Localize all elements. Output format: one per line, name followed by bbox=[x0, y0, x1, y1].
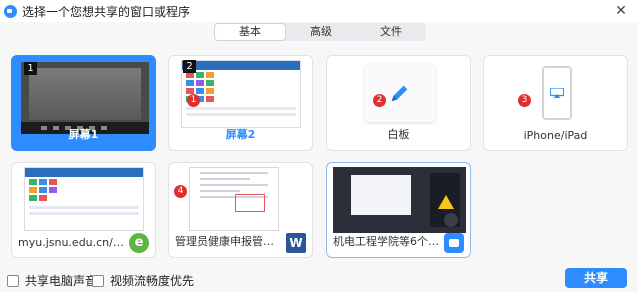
screen-1-thumbnail bbox=[21, 62, 149, 134]
browser-app-icon: e bbox=[129, 233, 149, 253]
marker-badge: 2 bbox=[373, 94, 386, 107]
screen-number-tag: 1 bbox=[24, 62, 37, 75]
card-word-document[interactable]: 4 W 管理员健康申报管理应用“疫情防... bbox=[168, 162, 313, 258]
screen-2-thumbnail bbox=[181, 60, 301, 128]
title-bar: 选择一个您想共享的窗口或程序 ✕ bbox=[0, 0, 638, 22]
card-label: 机电工程学院等6个会话 bbox=[333, 235, 440, 248]
checkbox-label: 共享电脑声音 bbox=[25, 274, 98, 288]
share-tabs: 基本 高级 文件 bbox=[214, 23, 426, 41]
marker-badge: 3 bbox=[518, 94, 531, 107]
card-browser-window[interactable]: e myu.jsnu.edu.cn/index.portal - 3... bbox=[11, 162, 156, 258]
share-audio-checkbox[interactable]: 共享电脑声音 bbox=[7, 272, 97, 289]
card-whiteboard[interactable]: 2 白板 bbox=[326, 55, 471, 151]
pen-icon bbox=[391, 85, 408, 102]
avatar bbox=[444, 213, 458, 227]
card-label: 白板 bbox=[387, 128, 410, 141]
checkbox-box[interactable] bbox=[92, 274, 104, 287]
card-label: myu.jsnu.edu.cn/index.portal - 3... bbox=[18, 236, 125, 249]
card-screen-2[interactable]: 2 1 屏幕2 bbox=[168, 55, 313, 151]
checkbox-box[interactable] bbox=[7, 274, 19, 287]
window-title: 选择一个您想共享的窗口或程序 bbox=[22, 4, 191, 19]
word-app-icon: W bbox=[286, 233, 306, 253]
marker-badge: 4 bbox=[174, 185, 187, 198]
airplay-icon bbox=[550, 88, 564, 98]
phone-thumbnail bbox=[542, 66, 572, 120]
card-label: iPhone/iPad bbox=[523, 129, 588, 142]
whiteboard-thumbnail bbox=[365, 64, 435, 122]
zoom-app-icon bbox=[4, 4, 17, 18]
card-label: 屏幕2 bbox=[225, 128, 256, 141]
checkbox-label: 视频流畅度优先 bbox=[110, 274, 195, 288]
meeting-app-icon bbox=[444, 233, 464, 253]
document-thumbnail bbox=[189, 167, 279, 231]
screen-number-tag: 2 bbox=[183, 60, 196, 73]
close-icon[interactable]: ✕ bbox=[612, 2, 630, 20]
tab-advanced[interactable]: 高级 bbox=[286, 23, 356, 41]
tab-files[interactable]: 文件 bbox=[356, 23, 426, 41]
optimize-video-checkbox[interactable]: 视频流畅度优先 bbox=[92, 272, 194, 289]
meeting-thumbnail bbox=[333, 167, 466, 233]
marker-badge: 1 bbox=[187, 94, 200, 107]
card-meeting-window[interactable]: 机电工程学院等6个会话 bbox=[326, 162, 471, 258]
card-label: 屏幕1 bbox=[68, 128, 99, 141]
tab-basic[interactable]: 基本 bbox=[214, 23, 286, 41]
card-screen-1[interactable]: 1 屏幕1 bbox=[11, 55, 156, 151]
warning-icon bbox=[438, 195, 454, 209]
card-label: 管理员健康申报管理应用“疫情防... bbox=[175, 235, 282, 248]
card-iphone-ipad[interactable]: 3 iPhone/iPad bbox=[483, 55, 628, 151]
share-button[interactable]: 共享 bbox=[565, 268, 627, 288]
browser-thumbnail bbox=[24, 167, 144, 231]
footer: 共享电脑声音 视频流畅度优先 共享 bbox=[0, 268, 638, 292]
